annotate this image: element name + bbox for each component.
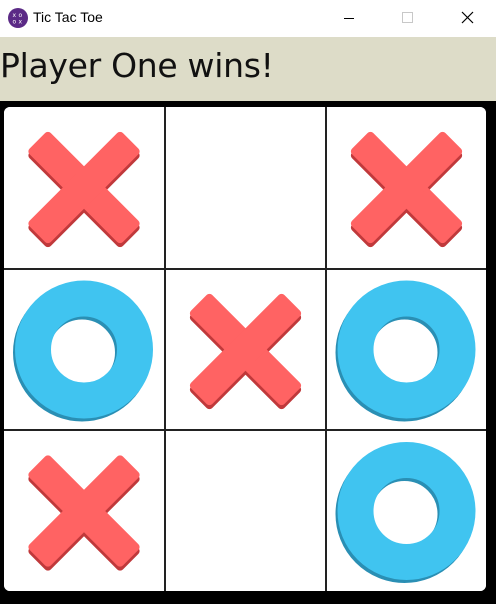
- x-mark-icon: [189, 293, 302, 410]
- o-mark-icon: [335, 442, 476, 583]
- x-mark-icon: [350, 131, 463, 248]
- close-button[interactable]: [442, 0, 488, 37]
- minimize-icon: [344, 18, 354, 19]
- maximize-icon: [402, 12, 413, 23]
- svg-text:o: o: [13, 19, 17, 26]
- minimize-button[interactable]: [326, 0, 372, 37]
- board-cell-r2-c1[interactable]: [4, 270, 164, 429]
- x-mark-icon: [28, 131, 140, 248]
- o-mark-icon: [13, 280, 153, 422]
- svg-text:x: x: [19, 19, 23, 26]
- game-window: x o o x Tic Tac Toe Player One wins!: [0, 0, 496, 604]
- game-board: [4, 107, 486, 591]
- board-cell-r3-c3[interactable]: [327, 431, 486, 591]
- window-title: Tic Tac Toe: [33, 9, 103, 25]
- status-bar: Player One wins!: [0, 37, 496, 101]
- close-icon: [461, 11, 474, 24]
- board-cell-r2-c2[interactable]: [166, 270, 325, 429]
- board-cell-r1-c3[interactable]: [327, 107, 486, 268]
- board-cell-r3-c1[interactable]: [4, 431, 164, 591]
- board-area: [0, 101, 496, 604]
- board-cell-r2-c3[interactable]: [327, 270, 486, 429]
- title-bar[interactable]: x o o x Tic Tac Toe: [0, 0, 496, 37]
- o-mark-icon: [335, 280, 476, 422]
- x-mark-icon: [28, 455, 140, 571]
- board-cell-r1-c1[interactable]: [4, 107, 164, 268]
- board-cell-r1-c2[interactable]: [166, 107, 325, 268]
- board-cell-r3-c2[interactable]: [166, 431, 325, 591]
- maximize-button[interactable]: [384, 0, 430, 37]
- tic-tac-toe-app-icon: x o o x: [8, 8, 28, 28]
- status-message: Player One wins!: [0, 46, 274, 85]
